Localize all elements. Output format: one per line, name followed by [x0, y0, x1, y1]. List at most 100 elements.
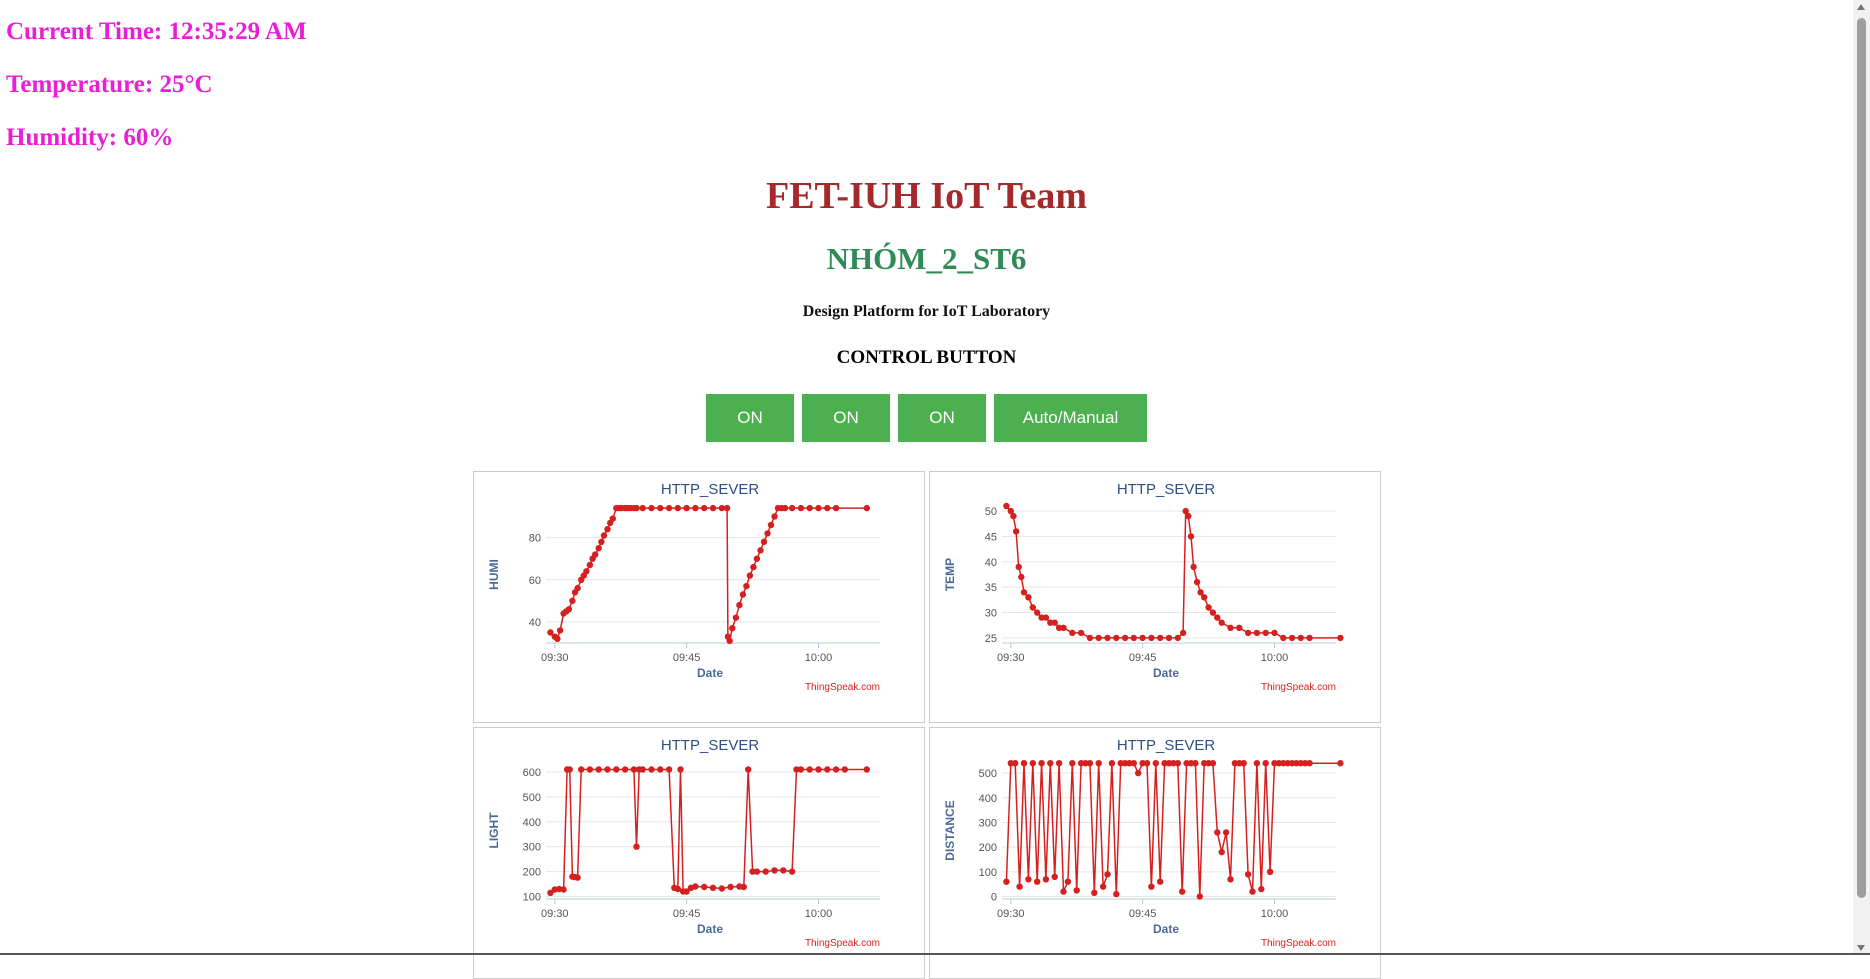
distance-data-point [1214, 829, 1221, 836]
humi-data-point [583, 568, 590, 575]
temp-data-point [1018, 573, 1025, 581]
temp-data-point [1214, 614, 1221, 621]
temp-y-tick-label: 45 [985, 531, 997, 543]
distance-data-point [1069, 760, 1076, 767]
distance-data-point [1222, 829, 1230, 836]
temperature-readout: Temperature: 25°C [6, 71, 213, 98]
distance-chart-svg: 0 100 200 300 400 500 09:30 09:45 10:00 HTTP_SEVE… [943, 737, 1344, 949]
humi-data-point [657, 504, 664, 512]
humi-data-point [556, 627, 564, 634]
light-data-point [718, 885, 725, 892]
temp-x-tick-label: 09:30 [997, 652, 1025, 664]
distance-data-point [1244, 871, 1252, 878]
light-x-tick-label: 09:30 [541, 908, 569, 920]
light-data-point [639, 766, 646, 773]
humi-data-point [732, 614, 740, 621]
light-data-point [788, 868, 796, 875]
temp-data-point [1190, 563, 1197, 571]
distance-data-point [1034, 878, 1041, 885]
distance-data-point [1337, 760, 1344, 767]
humi-y-tick-label: 40 [529, 617, 541, 629]
temp-y-tick-label: 40 [985, 557, 997, 569]
temp-data-point [1034, 609, 1041, 616]
temp-data-point [1271, 629, 1278, 637]
light-series-line [549, 768, 867, 894]
device-1-on-button[interactable]: ON [706, 394, 794, 442]
temp-x-tick-label: 09:45 [1129, 652, 1157, 664]
distance-data-point [1091, 889, 1098, 896]
group-title: NHÓM_2_ST6 [826, 241, 1027, 276]
distance-data-point [1064, 878, 1072, 885]
temp-data-point [1205, 604, 1212, 611]
distance-data-point [1266, 868, 1274, 875]
humi-data-point [569, 597, 576, 604]
humi-data-point [692, 504, 699, 512]
light-data-point [701, 883, 708, 891]
humi-data-point [595, 545, 602, 552]
light-data-point [815, 766, 822, 773]
temp-data-point [1077, 629, 1085, 637]
humi-data-point [648, 504, 655, 512]
temp-y-tick-label: 35 [985, 582, 997, 594]
platform-description: Design Platform for IoT Laboratory [802, 303, 1051, 320]
scroll-down-icon[interactable] [1857, 945, 1865, 951]
light-data-point [657, 766, 664, 773]
light-y-tick-label: 500 [523, 792, 541, 804]
humi-data-point [665, 504, 673, 512]
humi-x-tick-label: 09:45 [673, 652, 701, 664]
distance-data-point [1179, 888, 1186, 895]
light-data-point [604, 766, 611, 773]
light-data-point [824, 766, 831, 773]
light-data-point [753, 868, 761, 875]
temp-data-point [1174, 634, 1181, 642]
device-3-on-button[interactable]: ON [898, 394, 986, 442]
humi-data-point [797, 504, 805, 512]
light-y-tick-label: 100 [523, 892, 541, 904]
temp-x-axis-label: Date [1153, 666, 1179, 680]
temp-data-point [1227, 624, 1234, 631]
distance-data-point [1306, 760, 1313, 767]
vertical-scrollbar[interactable] [1853, 0, 1870, 955]
distance-x-tick-label: 09:30 [997, 908, 1025, 920]
device-2-on-button[interactable]: ON [802, 394, 890, 442]
humi-data-point [764, 530, 771, 537]
scroll-up-icon[interactable] [1857, 4, 1865, 10]
temp-data-point [1297, 634, 1304, 642]
temp-series-line [1005, 505, 1341, 639]
temp-data-point [1288, 634, 1296, 642]
temp-data-point [1201, 594, 1208, 601]
distance-chart-title: HTTP_SEVER [1117, 737, 1216, 754]
distance-data-point [1262, 760, 1269, 767]
temp-data-point [1010, 512, 1017, 520]
distance-chart-panel: 0 100 200 300 400 500 09:30 09:45 10:00 HTTP_SEVE… [929, 727, 1381, 979]
humi-data-point [736, 601, 743, 609]
light-y-tick-label: 600 [523, 767, 541, 779]
distance-credit-link[interactable]: ThingSpeak.com [1261, 938, 1336, 949]
temp-data-point [1015, 563, 1022, 571]
light-data-point [863, 766, 870, 773]
light-data-point [633, 843, 640, 850]
temp-data-point [1157, 634, 1164, 642]
humi-data-point [739, 591, 747, 598]
humi-data-point [750, 563, 757, 571]
temp-data-point [1029, 604, 1036, 611]
humi-data-point [863, 504, 870, 512]
distance-data-point [1148, 883, 1155, 890]
light-data-point [806, 766, 813, 773]
humi-x-tick-label: 09:30 [541, 652, 569, 664]
humi-credit-link[interactable]: ThingSpeak.com [805, 682, 880, 693]
light-credit-link[interactable]: ThingSpeak.com [805, 938, 880, 949]
temp-data-point [1060, 624, 1067, 631]
distance-data-point [1047, 760, 1054, 767]
humi-y-tick-label: 80 [529, 533, 541, 545]
light-data-point [841, 766, 848, 773]
humi-data-point [574, 585, 581, 592]
distance-data-point [1051, 873, 1058, 880]
temp-data-point [1306, 634, 1313, 642]
humi-data-point [726, 637, 733, 645]
temp-credit-link[interactable]: ThingSpeak.com [1261, 682, 1336, 693]
humi-y-axis-label: HUMI [487, 559, 501, 590]
humi-data-point [609, 515, 616, 522]
auto-manual-button[interactable]: Auto/Manual [994, 394, 1147, 442]
scrollbar-thumb[interactable] [1857, 18, 1866, 898]
